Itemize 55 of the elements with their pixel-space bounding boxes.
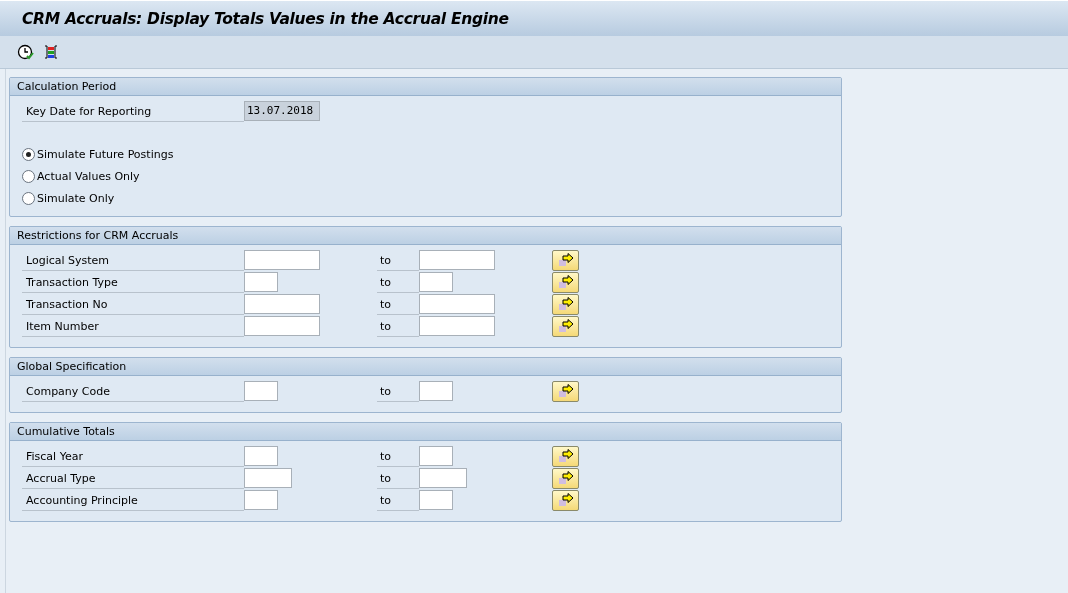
multiple-selection-button[interactable] [552, 380, 579, 402]
section-title: Calculation Period [17, 80, 117, 93]
input-field[interactable] [419, 316, 495, 336]
arrow-icon [557, 384, 574, 398]
field-label: Company Code [22, 380, 244, 402]
input-field[interactable] [244, 294, 320, 314]
multiple-selection-button[interactable] [552, 315, 579, 337]
arrow-icon [557, 253, 574, 267]
input-field[interactable] [244, 468, 292, 488]
input-field[interactable] [244, 272, 278, 292]
date-field[interactable]: 13.07.2018 [244, 101, 320, 121]
field-label: Accounting Principle [22, 489, 244, 511]
radio-label[interactable]: Simulate Only [37, 191, 115, 205]
input-field[interactable] [244, 250, 320, 270]
multiple-selection-button[interactable] [552, 293, 579, 315]
input-field[interactable] [244, 490, 278, 510]
input-field[interactable] [419, 381, 453, 401]
multiple-selection-button[interactable] [552, 271, 579, 293]
input-field[interactable] [419, 294, 495, 314]
field-label: Item Number [22, 315, 244, 337]
radio-button[interactable] [22, 169, 35, 183]
arrow-icon [557, 471, 574, 485]
input-field[interactable] [419, 272, 453, 292]
radio-button[interactable] [22, 191, 35, 205]
multiple-selection-button[interactable] [552, 445, 579, 467]
color-bars-icon[interactable] [43, 44, 59, 60]
radio-label[interactable]: Actual Values Only [37, 169, 140, 183]
section-title: Restrictions for CRM Accruals [17, 229, 179, 242]
input-field[interactable] [419, 490, 453, 510]
multiple-selection-button[interactable] [552, 249, 579, 271]
field-label: Fiscal Year [22, 445, 244, 467]
radio-button[interactable] [22, 147, 35, 161]
arrow-icon [557, 275, 574, 289]
input-field[interactable] [419, 468, 467, 488]
input-field[interactable] [244, 381, 278, 401]
window-title: CRM Accruals: Display Totals Values in the Accrual Engine [22, 9, 509, 28]
radio-label[interactable]: Simulate Future Postings [37, 147, 174, 161]
clock-check-icon[interactable] [17, 44, 35, 60]
field-label: Key Date for Reporting [22, 100, 244, 122]
input-field[interactable] [244, 446, 278, 466]
field-label: Transaction No [22, 293, 244, 315]
arrow-icon [557, 297, 574, 311]
arrow-icon [557, 319, 574, 333]
field-label: Accrual Type [22, 467, 244, 489]
arrow-icon [557, 493, 574, 507]
field-label: Logical System [22, 249, 244, 271]
section-title: Cumulative Totals [17, 425, 115, 438]
multiple-selection-button[interactable] [552, 467, 579, 489]
input-field[interactable] [244, 316, 320, 336]
arrow-icon [557, 449, 574, 463]
multiple-selection-button[interactable] [552, 489, 579, 511]
section-title: Global Specification [17, 360, 127, 373]
input-field[interactable] [419, 250, 495, 270]
input-field[interactable] [419, 446, 453, 466]
field-label: Transaction Type [22, 271, 244, 293]
